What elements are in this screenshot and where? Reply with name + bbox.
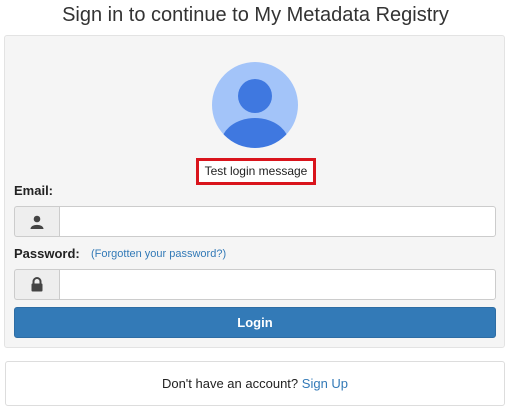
login-message: Test login message	[196, 158, 316, 185]
signup-link[interactable]: Sign Up	[302, 376, 348, 391]
page-title: Sign in to continue to My Metadata Regis…	[62, 4, 449, 26]
signup-panel: Don't have an account? Sign Up	[5, 361, 505, 406]
user-icon	[14, 206, 59, 237]
password-field[interactable]	[59, 269, 496, 300]
login-panel: Test login message Email: Password: (For…	[4, 35, 505, 348]
email-input-group	[14, 206, 496, 237]
password-input-group	[14, 269, 496, 300]
email-label: Email:	[14, 183, 54, 198]
forgot-password-link[interactable]: (Forgotten your password?)	[91, 248, 226, 260]
signup-prompt: Don't have an account?	[161, 376, 299, 391]
email-field[interactable]	[59, 206, 496, 237]
password-label: Password:	[14, 246, 80, 261]
lock-icon	[14, 269, 59, 300]
login-button[interactable]: Login	[14, 307, 496, 338]
user-avatar-icon	[212, 62, 298, 148]
